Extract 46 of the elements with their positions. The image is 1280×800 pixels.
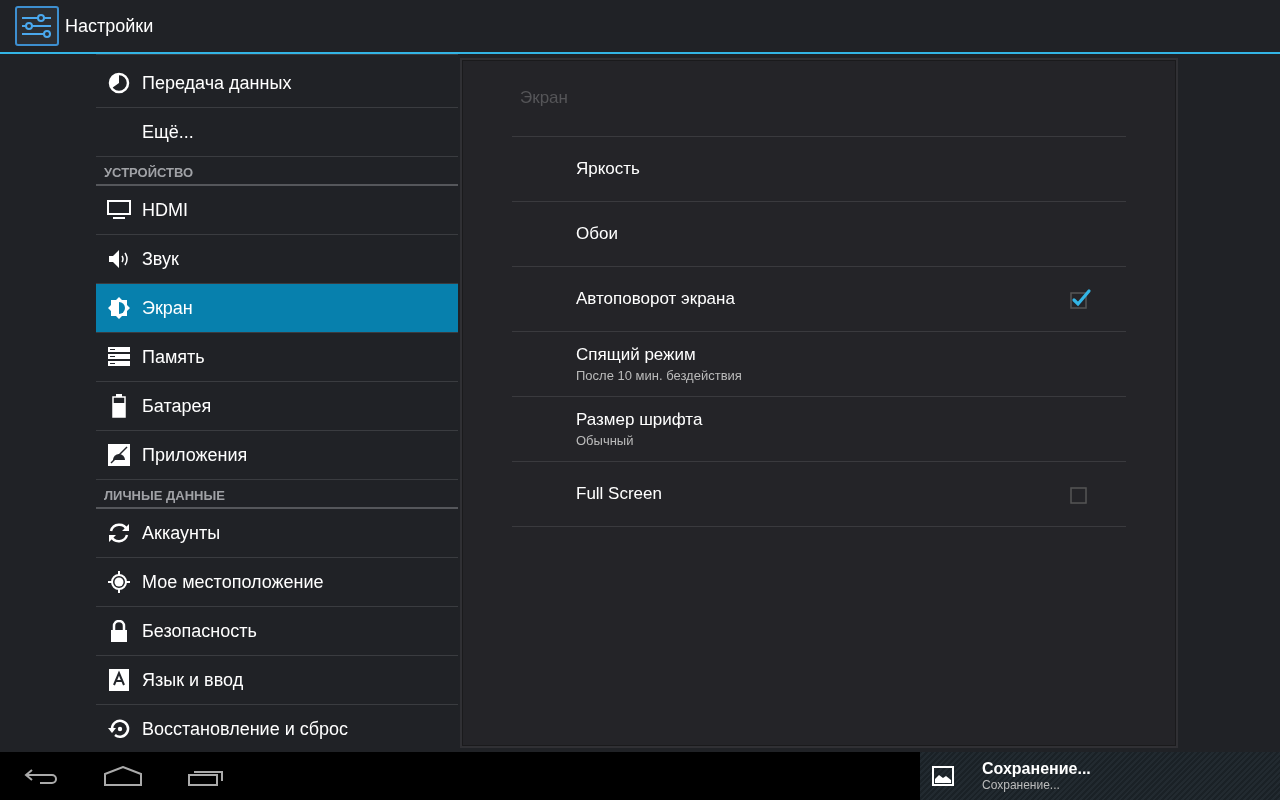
settings-row[interactable]: Спящий режим После 10 мин. бездействия bbox=[512, 332, 1126, 397]
settings-category[interactable]: Ещё... bbox=[96, 108, 458, 157]
lock-icon bbox=[110, 620, 128, 642]
settings-icon[interactable] bbox=[15, 6, 59, 46]
monitor-icon bbox=[107, 200, 131, 220]
settings-category[interactable]: Язык и ввод bbox=[96, 656, 458, 705]
settings-row[interactable]: Яркость bbox=[512, 137, 1126, 202]
location-target-icon bbox=[107, 570, 131, 594]
settings-category[interactable]: Батарея bbox=[96, 382, 458, 431]
notification-text: Сохранение... bbox=[982, 778, 1061, 792]
sync-icon bbox=[107, 521, 131, 545]
settings-category[interactable]: HDMI bbox=[96, 186, 458, 235]
setting-label: Full Screen bbox=[576, 484, 662, 504]
section-header: ЛИЧНЫЕ ДАННЫЕ bbox=[96, 480, 458, 509]
settings-row[interactable]: Обои bbox=[512, 202, 1126, 267]
setting-label: Спящий режим bbox=[576, 345, 697, 365]
settings-category[interactable]: Передача данных bbox=[96, 59, 458, 108]
back-icon[interactable] bbox=[24, 766, 58, 786]
settings-category[interactable]: Мое местоположение bbox=[96, 558, 458, 607]
storage-icon bbox=[108, 347, 130, 367]
image-icon bbox=[932, 766, 954, 786]
settings-row[interactable]: Размер шрифта Обычный bbox=[512, 397, 1126, 462]
setting-summary: После 10 мин. бездействия bbox=[576, 368, 742, 383]
setting-label: Яркость bbox=[576, 159, 640, 179]
settings-category[interactable]: Приложения bbox=[96, 431, 458, 480]
settings-category[interactable]: Аккаунты bbox=[96, 509, 458, 558]
settings-category[interactable]: Безопасность bbox=[96, 607, 458, 656]
notification-title: Сохранение... bbox=[982, 760, 1091, 778]
battery-icon bbox=[112, 394, 126, 418]
app-title: Настройки bbox=[65, 15, 154, 37]
settings-row[interactable]: Автоповорот экрана bbox=[512, 267, 1126, 332]
settings-category[interactable]: Память bbox=[96, 333, 458, 382]
brightness-icon bbox=[107, 296, 131, 320]
settings-row[interactable]: Full Screen bbox=[512, 462, 1126, 527]
pie-chart-icon bbox=[107, 71, 131, 95]
setting-label: Автоповорот экрана bbox=[576, 289, 735, 309]
home-icon[interactable] bbox=[104, 766, 142, 786]
keyboard-key-icon bbox=[109, 669, 129, 691]
restore-icon bbox=[107, 717, 131, 741]
checkbox[interactable] bbox=[1068, 288, 1092, 310]
section-header: УСТРОЙСТВО bbox=[96, 157, 458, 186]
notification[interactable]: Сохранение... Сохранение... bbox=[920, 752, 1280, 800]
settings-category[interactable]: Экран bbox=[96, 284, 458, 333]
setting-label: Размер шрифта bbox=[576, 410, 703, 430]
setting-label: Обои bbox=[576, 224, 618, 244]
setting-summary: Обычный bbox=[576, 433, 635, 448]
